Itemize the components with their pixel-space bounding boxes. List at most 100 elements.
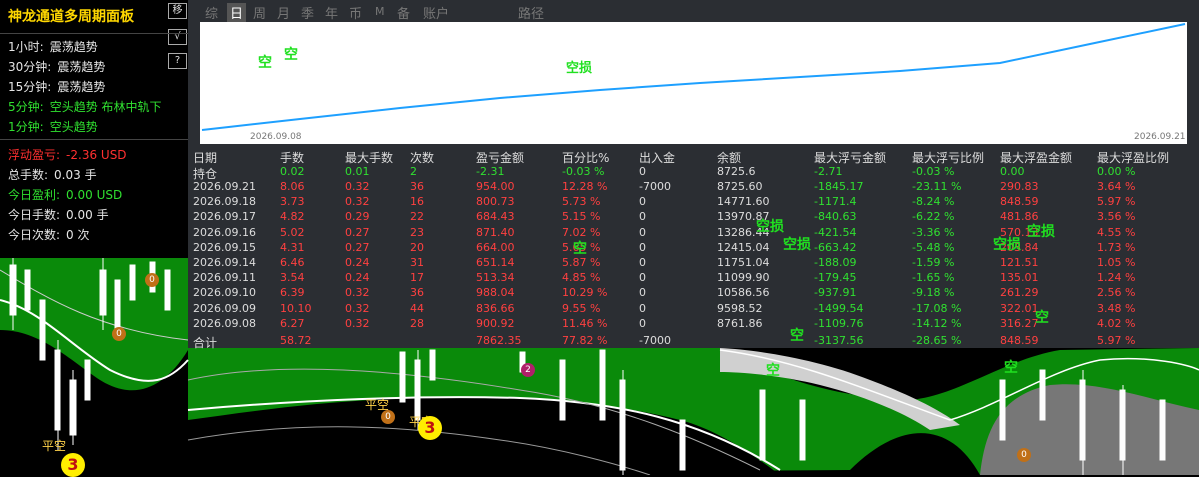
table-cell: 290.83 [1000, 180, 1039, 193]
header-pnl: 盈亏金额 [476, 151, 525, 165]
table-cell: 513.34 [476, 271, 515, 285]
trade-mark: 空 [258, 55, 272, 71]
table-cell: 0 [639, 316, 646, 330]
table-cell: 684.43 [476, 210, 515, 224]
tab-summary[interactable]: 综 [205, 3, 218, 22]
tab-note[interactable]: 备 [397, 3, 410, 22]
table-cell: 23 [410, 225, 424, 239]
stat-label: 浮动盈亏: [8, 148, 61, 162]
tab-quarter[interactable]: 季 [301, 3, 314, 22]
table-cell: 11.46 % [562, 316, 608, 330]
table-cell: 16 [410, 195, 424, 209]
trade-mark: 空 [284, 47, 298, 63]
table-cell: 12.28 % [562, 180, 608, 193]
table-cell: 2026.09.16 [193, 225, 256, 239]
table-cell: -28.65 % [912, 334, 962, 347]
order-marker: 0 [1017, 448, 1031, 462]
trade-mark: 空 [1004, 360, 1018, 376]
table-cell: 0.00 [1000, 165, 1025, 178]
table-cell: 8.06 [280, 180, 305, 193]
tab-m[interactable]: M [375, 5, 385, 18]
period-label: 1分钟: [8, 120, 44, 134]
table-cell: -14.12 % [912, 316, 962, 330]
table-cell: 261.29 [1000, 286, 1039, 300]
header-max-float-profit-ratio: 最大浮盈比例 [1097, 151, 1170, 165]
table-cell: 2026.09.11 [193, 271, 256, 285]
table-cell: 77.82 % [562, 334, 608, 347]
table-cell: 135.01 [1000, 271, 1039, 285]
table-cell: 4.82 [280, 210, 305, 224]
stat-value: 0.00 手 [66, 208, 109, 222]
equity-curve-svg [201, 23, 1186, 131]
table-cell: 11751.04 [717, 256, 770, 269]
table-cell: -840.63 [814, 210, 857, 224]
table-cell: -3.36 % [912, 225, 955, 239]
table-cell: 4.02 % [1097, 316, 1136, 330]
table-cell: 17 [410, 271, 424, 285]
stat-value: -2.36 USD [66, 148, 127, 162]
tab-month[interactable]: 月 [277, 3, 290, 22]
table-cell: 58.72 [280, 334, 312, 347]
table-cell: 2026.09.08 [193, 316, 256, 330]
table-cell: 0.02 [280, 165, 305, 178]
tab-day[interactable]: 日 [227, 3, 247, 22]
tab-currency[interactable]: 币 [349, 3, 362, 22]
signal-badge-3: 3 [418, 416, 442, 440]
table-cell: 121.51 [1000, 256, 1039, 269]
table-cell: -9.18 % [912, 286, 955, 300]
trade-mark: 空损 [993, 237, 1021, 253]
table-cell: 0 [639, 195, 646, 209]
table-cell: 3.54 [280, 271, 305, 285]
help-button[interactable]: ? [168, 53, 187, 69]
table-cell: 3.64 % [1097, 180, 1136, 193]
table-cell: 0 [639, 271, 646, 285]
table-cell: 0.32 [345, 301, 370, 315]
order-marker: 2 [521, 363, 535, 377]
table-cell: 871.40 [476, 225, 515, 239]
tab-year[interactable]: 年 [325, 3, 338, 22]
table-cell: 9598.52 [717, 301, 763, 315]
table-cell: 0.32 [345, 180, 370, 193]
period-row-15m: 15分钟: 震荡趋势 [8, 78, 105, 95]
table-cell: -1171.4 [814, 195, 857, 209]
header-balance: 余额 [717, 151, 742, 165]
table-cell: 2 [410, 165, 417, 178]
period-value: 震荡趋势 [49, 40, 98, 54]
table-cell: 0.24 [345, 271, 370, 285]
tab-account[interactable]: 账户 [423, 3, 449, 22]
divider [0, 33, 188, 34]
today-lots-row: 今日手数: 0.00 手 [8, 206, 109, 223]
trade-mark: 空损 [783, 237, 811, 253]
table-cell: 2026.09.18 [193, 195, 256, 209]
table-cell: -188.09 [814, 256, 857, 269]
move-button[interactable]: 移 [168, 3, 187, 19]
table-cell: 0.00 % [1097, 165, 1136, 178]
header-lots: 手数 [280, 151, 305, 165]
order-marker: 0 [145, 273, 159, 287]
table-cell: 848.59 [1000, 334, 1039, 347]
table-cell: 8725.60 [717, 180, 763, 193]
tab-week[interactable]: 周 [253, 3, 266, 22]
table-cell: 3.48 % [1097, 301, 1136, 315]
table-cell: 6.39 [280, 286, 305, 300]
check-button[interactable]: √ [168, 29, 187, 45]
table-cell: -1.59 % [912, 256, 955, 269]
trade-mark: 空 [573, 241, 587, 257]
table-cell: -8.24 % [912, 195, 955, 209]
table-cell: 8761.86 [717, 316, 763, 330]
table-cell: 0 [639, 286, 646, 300]
table-cell: -937.91 [814, 286, 857, 300]
table-cell: 12415.04 [717, 240, 770, 254]
table-cell: -1499.54 [814, 301, 864, 315]
table-cell: 0.24 [345, 256, 370, 269]
floating-pnl-row: 浮动盈亏: -2.36 USD [8, 146, 127, 163]
table-cell: -5.48 % [912, 240, 955, 254]
period-row-1m: 1分钟: 空头趋势 [8, 118, 98, 135]
table-cell: 0 [639, 301, 646, 315]
divider [0, 139, 188, 140]
table-cell: 848.59 [1000, 195, 1039, 209]
table-cell: 1.24 % [1097, 271, 1136, 285]
table-cell: 6.46 [280, 256, 305, 269]
table-cell: 28 [410, 316, 424, 330]
tab-path[interactable]: 路径 [518, 3, 544, 22]
